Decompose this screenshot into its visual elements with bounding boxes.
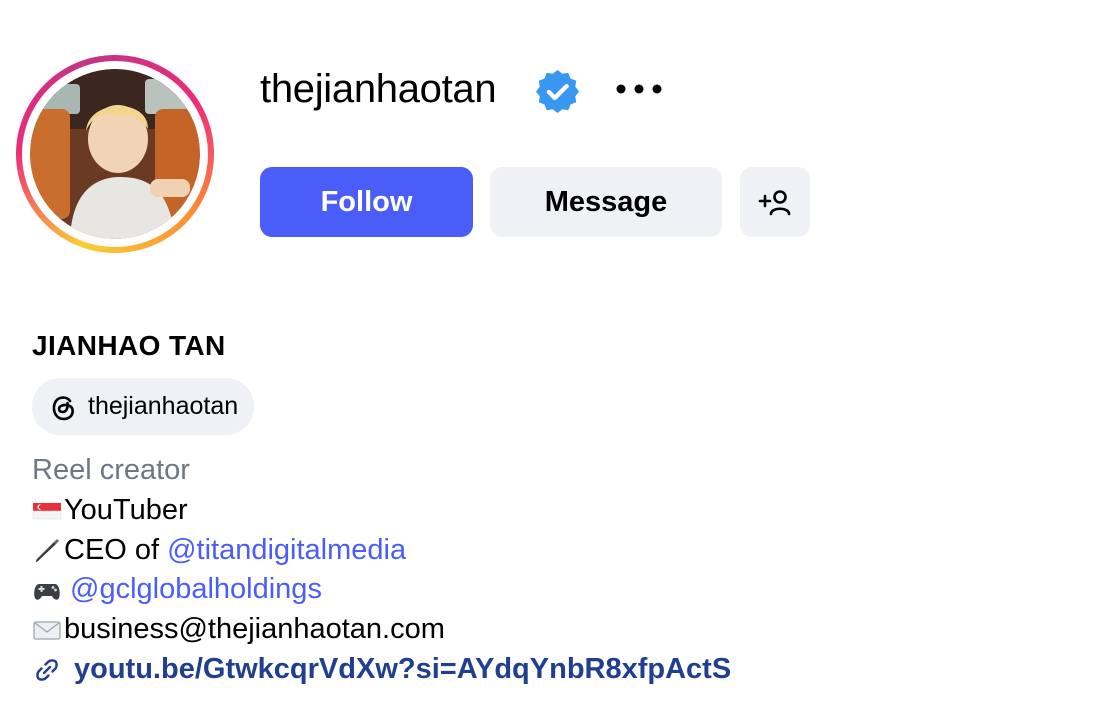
bio-ceo-text: CEO of xyxy=(64,533,160,566)
pen-icon xyxy=(36,539,59,563)
profile-full-name: JIANHAO TAN xyxy=(32,330,226,361)
profile-category: Reel creator xyxy=(32,454,190,486)
message-button[interactable]: Message xyxy=(490,167,722,237)
follow-button[interactable]: Follow xyxy=(260,167,473,237)
profile-avatar[interactable] xyxy=(16,55,214,253)
mention-gclglobalholdings[interactable]: @gclglobalholdings xyxy=(70,570,322,610)
envelope-icon xyxy=(33,621,61,640)
bio-line: business@thejianhaotan.com xyxy=(32,610,731,650)
profile-page: thejianhaotan Follow Message JIANHAO TAN… xyxy=(0,0,1110,710)
singapore-flag-icon xyxy=(32,502,62,519)
threads-icon xyxy=(52,395,74,420)
bio-line: YouTuber xyxy=(32,491,731,531)
add-user-icon xyxy=(758,190,791,216)
game-controller-icon xyxy=(34,584,60,601)
suggested-accounts-button[interactable] xyxy=(740,167,810,237)
threads-handle: thejianhaotan xyxy=(88,392,239,420)
bio-link-row: youtu.be/GtwkcqrVdXw?si=AYdqYnbR8xfpActS xyxy=(32,650,731,690)
threads-profile-link[interactable]: thejianhaotan xyxy=(32,378,255,435)
more-options-icon[interactable] xyxy=(612,72,668,106)
profile-username: thejianhaotan xyxy=(260,67,497,111)
profile-bio: Reel creator YouTuber CEO of @titandigit… xyxy=(32,451,731,690)
bio-line: CEO of @titandigitalmedia xyxy=(32,531,731,571)
bio-email: business@thejianhaotan.com xyxy=(64,613,445,646)
avatar-photo xyxy=(30,69,200,239)
verified-badge-icon xyxy=(536,70,579,113)
mention-titandigitalmedia[interactable]: @titandigitalmedia xyxy=(167,531,406,571)
link-icon xyxy=(36,659,58,681)
bio-line: @gclglobalholdings xyxy=(32,570,731,610)
bio-youtuber: YouTuber xyxy=(64,493,188,526)
bio-external-link[interactable]: youtu.be/GtwkcqrVdXw?si=AYdqYnbR8xfpActS xyxy=(74,650,731,690)
